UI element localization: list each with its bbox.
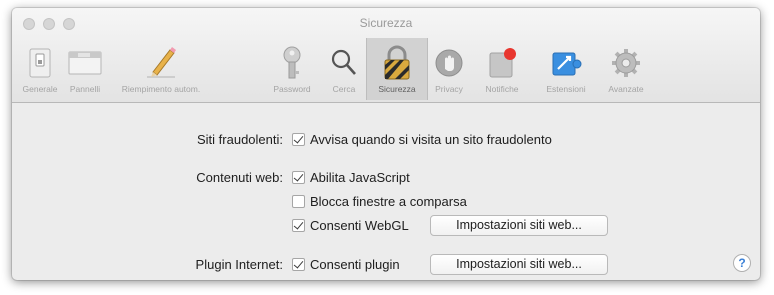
window-title: Sicurezza [359, 16, 413, 30]
fraudulent-warning-text: Avvisa quando si visita un sito fraudole… [310, 132, 552, 147]
extensions-puzzle-icon [548, 44, 584, 82]
tab-estensioni[interactable]: Estensioni [534, 38, 598, 100]
fraudulent-warning-checkbox[interactable] [292, 133, 305, 146]
allow-plugins-text: Consenti plugin [310, 257, 400, 272]
tab-label: Riempimento autom. [121, 84, 201, 94]
tab-label: Notifiche [485, 84, 519, 94]
hand-privacy-icon [431, 44, 467, 82]
tabs-panel-icon [67, 44, 103, 82]
key-icon [274, 44, 310, 82]
tab-password[interactable]: Password [262, 38, 322, 100]
block-popups-option[interactable]: Blocca finestre a comparsa [292, 194, 467, 209]
javascript-text: Abilita JavaScript [310, 170, 410, 185]
tab-label: Privacy [435, 84, 463, 94]
webgl-text: Consenti WebGL [310, 218, 409, 233]
web-content-label: Contenuti web: [196, 170, 283, 185]
tab-pannelli[interactable]: Pannelli [62, 38, 108, 100]
plugin-website-settings-button[interactable]: Impostazioni siti web... [430, 254, 608, 275]
fraudulent-warning-option[interactable]: Avvisa quando si visita un sito fraudole… [292, 132, 552, 147]
allow-plugins-checkbox[interactable] [292, 258, 305, 271]
magnifier-icon [326, 44, 362, 82]
tab-label: Sicurezza [378, 84, 416, 94]
security-pane: Siti fraudolenti: Avvisa quando si visit… [12, 103, 760, 280]
fraudulent-sites-label: Siti fraudolenti: [197, 132, 283, 147]
tab-riempimento-autom[interactable]: Riempimento autom. [108, 38, 214, 100]
allow-plugins-option[interactable]: Consenti plugin [292, 257, 400, 272]
tab-avanzate[interactable]: Avanzate [598, 38, 654, 100]
webgl-checkbox[interactable] [292, 219, 305, 232]
pencil-autofill-icon [143, 44, 179, 82]
tab-generale[interactable]: Generale [18, 38, 62, 100]
notifications-icon [484, 44, 520, 82]
tab-label: Generale [22, 84, 58, 94]
preferences-toolbar: Sicurezza Generale Pannelli Riempimento … [12, 8, 760, 103]
preferences-window: Sicurezza Generale Pannelli Riempimento … [12, 8, 760, 280]
tab-label: Password [273, 84, 311, 94]
gear-icon [608, 44, 644, 82]
tab-sicurezza[interactable]: Sicurezza [366, 38, 428, 100]
padlock-icon [379, 44, 415, 82]
block-popups-text: Blocca finestre a comparsa [310, 194, 467, 209]
webgl-website-settings-button[interactable]: Impostazioni siti web... [430, 215, 608, 236]
internet-plugins-label: Plugin Internet: [195, 257, 283, 272]
webgl-option[interactable]: Consenti WebGL [292, 218, 409, 233]
tab-privacy[interactable]: Privacy [426, 38, 472, 100]
help-button[interactable]: ? [733, 254, 751, 272]
tab-notifiche[interactable]: Notifiche [474, 38, 530, 100]
javascript-checkbox[interactable] [292, 171, 305, 184]
tab-label: Avanzate [608, 84, 644, 94]
block-popups-checkbox[interactable] [292, 195, 305, 208]
tab-label: Estensioni [546, 84, 586, 94]
tab-cerca[interactable]: Cerca [324, 38, 364, 100]
javascript-option[interactable]: Abilita JavaScript [292, 170, 410, 185]
tab-label: Pannelli [69, 84, 101, 94]
general-switch-icon [22, 44, 58, 82]
tab-label: Cerca [332, 84, 356, 94]
